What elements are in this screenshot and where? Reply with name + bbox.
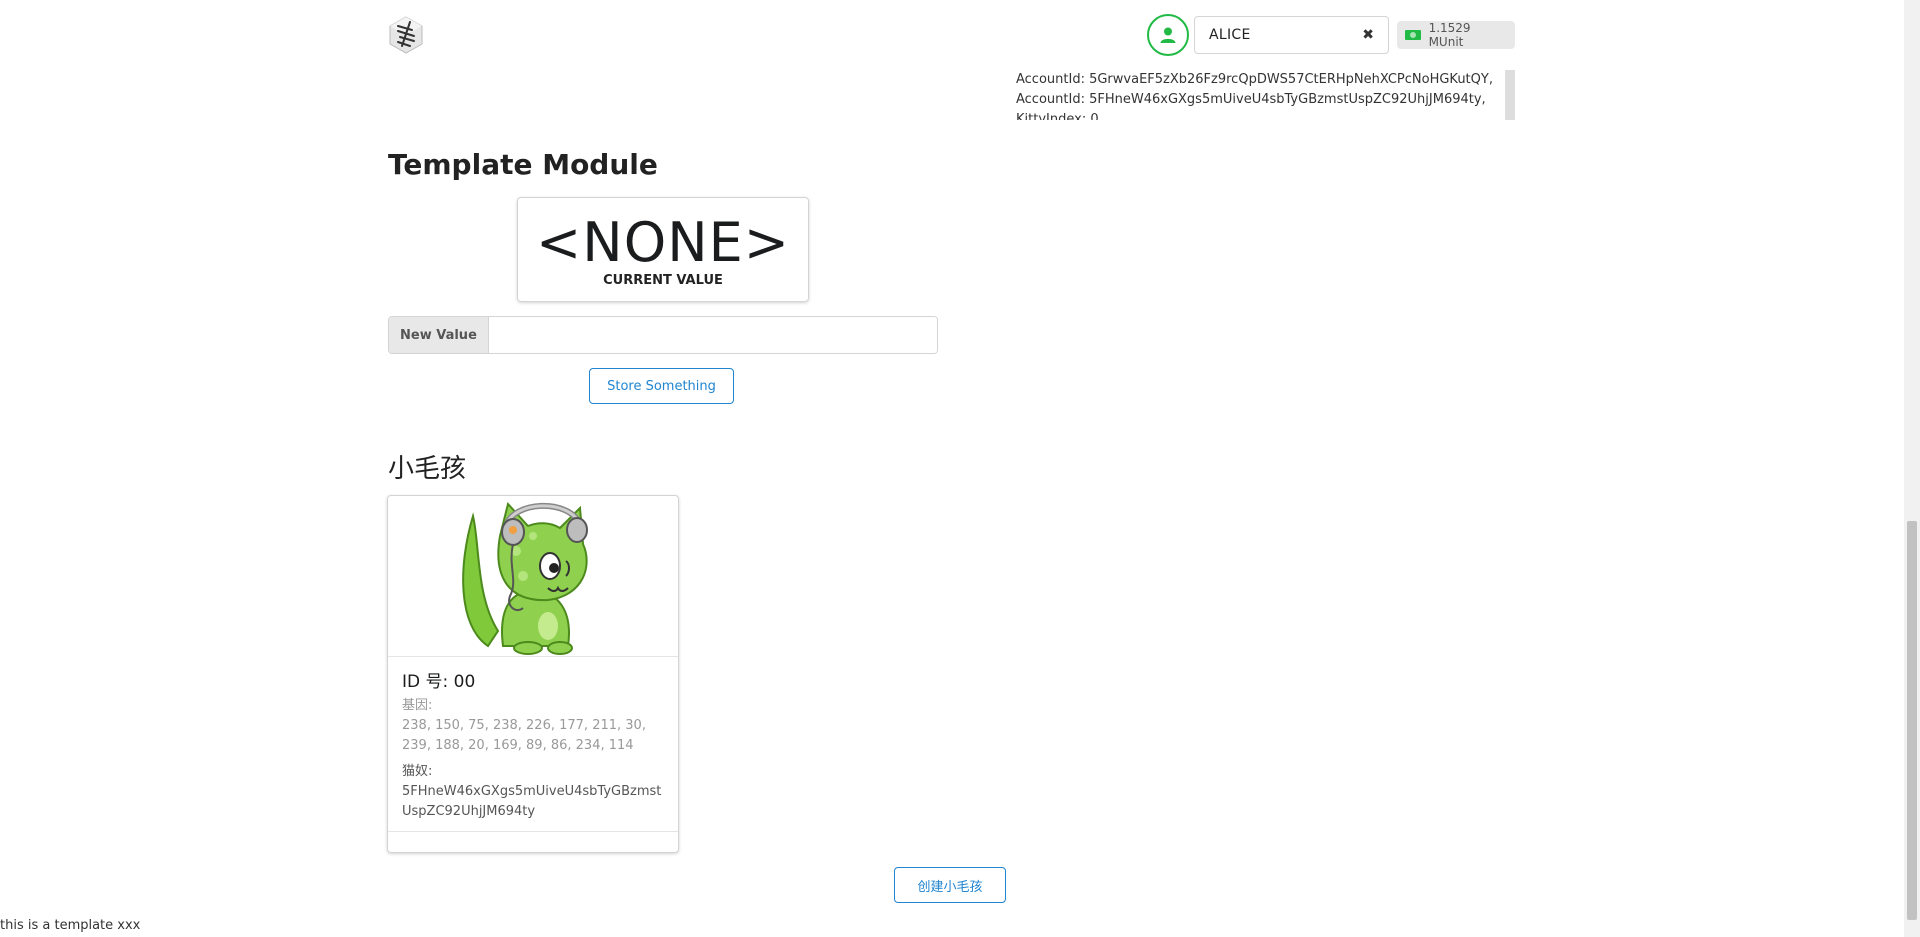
events-feed[interactable]: AccountId: 5GrwvaEF5zXb26Fz9rcQpDWS57CtE…: [1005, 70, 1515, 120]
event-line: AccountId: 5FHneW46xGXgs5mUiveU4sbTyGBzm…: [1016, 92, 1486, 107]
balance-value: 1.1529 MUnit: [1428, 21, 1471, 49]
kitty-owner-label: 猫奴:: [402, 764, 433, 779]
kitty-owner: 5FHneW46xGXgs5mUiveU4sbTyGBzmstUspZC92Uh…: [402, 784, 662, 819]
new-value-label: New Value: [389, 317, 489, 353]
kitty-image: [388, 496, 678, 657]
new-value-input[interactable]: [488, 317, 937, 353]
footer-text: this is a template xxx: [0, 918, 141, 933]
current-value-label: CURRENT VALUE: [603, 273, 723, 288]
user-avatar[interactable]: [1147, 14, 1189, 56]
user-icon: [1160, 27, 1176, 43]
new-value-field: New Value: [388, 316, 938, 354]
kitty-card[interactable]: ID 号: 00 基因: 238, 150, 75, 238, 226, 177…: [387, 495, 679, 853]
page-scrollbar[interactable]: [1904, 0, 1920, 937]
money-icon: [1405, 30, 1421, 40]
kitty-dna-label: 基因:: [402, 698, 433, 713]
close-icon[interactable]: ✖: [1362, 27, 1374, 43]
account-selector[interactable]: ALICE ✖: [1194, 16, 1389, 54]
event-line: KittyIndex: 0: [1016, 112, 1099, 120]
kitty-dna: 238, 150, 75, 238, 226, 177, 211, 30, 23…: [402, 718, 646, 753]
page-scrollbar-thumb[interactable]: [1907, 521, 1917, 920]
events-scrollbar[interactable]: [1505, 70, 1515, 120]
kitty-content: ID 号: 00 基因: 238, 150, 75, 238, 226, 177…: [402, 667, 668, 822]
account-name: ALICE: [1209, 27, 1251, 43]
store-something-button[interactable]: Store Something: [589, 368, 734, 404]
kitty-card-divider: [388, 831, 678, 832]
substrate-logo-icon: [388, 16, 424, 54]
event-line: AccountId: 5GrwvaEF5zXb26Fz9rcQpDWS57CtE…: [1016, 72, 1493, 87]
kitties-title: 小毛孩: [388, 454, 467, 484]
create-kitty-button[interactable]: 创建小毛孩: [894, 867, 1006, 903]
template-module-title: Template Module: [388, 148, 658, 181]
kitty-id: ID 号: 00: [402, 672, 476, 692]
balance-label: 1.1529 MUnit: [1397, 21, 1515, 49]
current-value: <NONE>: [536, 211, 790, 274]
current-value-card: <NONE> CURRENT VALUE: [517, 197, 809, 302]
